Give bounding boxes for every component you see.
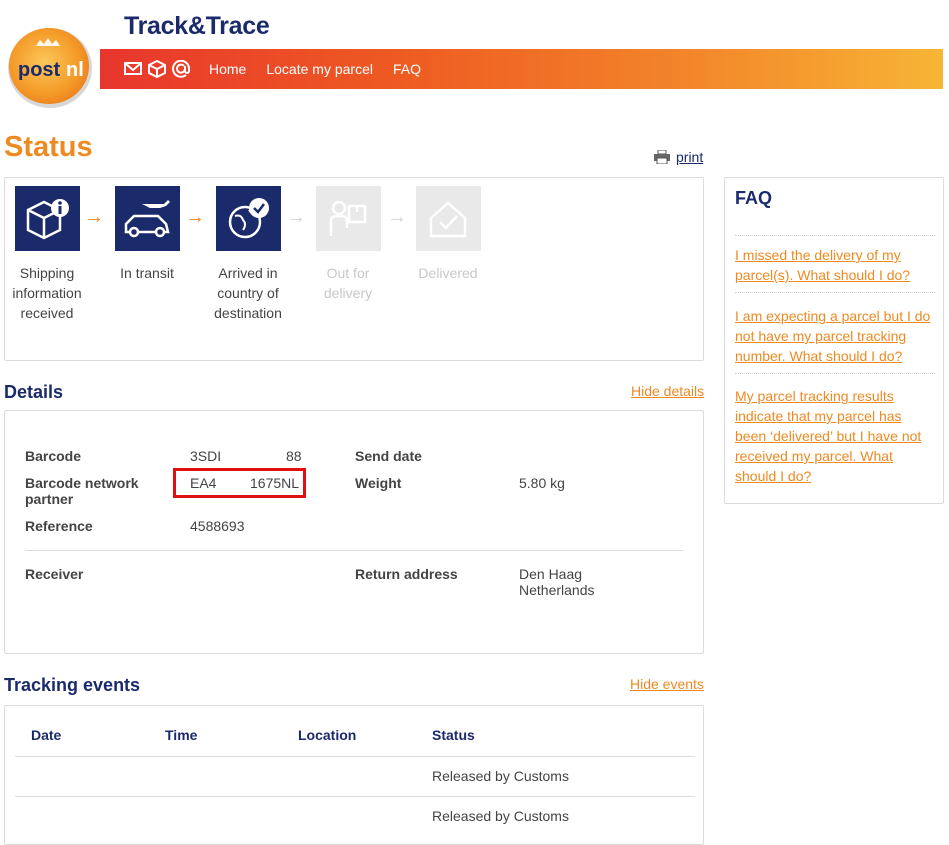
print-control[interactable]: print [654,149,703,165]
return-address-label: Return address [355,566,458,582]
plane-van-icon [124,199,170,237]
column-header-status: Status [432,727,475,743]
faq-divider [735,235,935,236]
hide-details-link[interactable]: Hide details [631,383,704,399]
table-divider [15,756,695,757]
faq-sidebar: FAQ I missed the delivery of my parcel(s… [724,177,944,504]
arrow-icon: → [185,206,205,228]
network-partner-label: Barcode network partner [25,475,139,507]
column-header-date: Date [31,727,62,743]
receiver-label: Receiver [25,566,84,582]
barcode-label: Barcode [25,448,82,464]
network-partner-value-start: EA4 [190,475,217,491]
arrow-icon: → [286,206,306,228]
main-navigation: Home Locate my parcel FAQ [100,49,943,89]
email-at-icon[interactable] [172,60,190,78]
step-delivered: Delivered [406,186,490,283]
faq-divider [735,292,935,293]
return-address-value: Den Haag Netherlands [519,566,595,598]
reference-value: 4588693 [190,518,245,534]
postnl-logo[interactable]: post nl [6,26,106,110]
tracking-events-heading: Tracking events [4,675,141,695]
box-info-icon [26,198,69,239]
house-check-icon [429,200,467,237]
nav-faq-link[interactable]: FAQ [393,61,421,77]
step-out-for-delivery: Out for delivery [306,186,390,303]
faq-link-no-tracking-number[interactable]: I am expecting a parcel but I do not hav… [735,306,935,366]
step-shipping-info: Shipping information received [5,186,89,323]
tracking-events-panel: Date Time Location Status Released by Cu… [4,705,704,845]
barcode-value-start: 3SDI [190,448,222,464]
svg-text:nl: nl [66,59,84,81]
details-panel: Barcode 3SDI 88 Barcode network partner … [4,410,704,654]
hide-events-link[interactable]: Hide events [630,676,704,692]
faq-divider [735,373,935,374]
reference-label: Reference [25,518,93,534]
nav-locate-parcel-link[interactable]: Locate my parcel [266,61,373,77]
mail-icon[interactable] [124,60,142,76]
faq-link-missed-delivery[interactable]: I missed the delivery of my parcel(s). W… [735,245,935,285]
weight-label: Weight [355,475,402,491]
site-title: Track&Trace [124,12,270,40]
globe-check-icon [228,197,269,238]
faq-title: FAQ [735,188,773,208]
parcel-icon[interactable] [148,60,166,78]
weight-value: 5.80 kg [519,475,565,491]
printer-icon[interactable] [654,150,670,164]
table-divider [15,796,695,797]
column-header-time: Time [165,727,198,743]
nav-home-link[interactable]: Home [209,61,246,77]
arrow-icon: → [387,206,407,228]
details-heading: Details [4,382,64,402]
print-link[interactable]: print [676,149,703,165]
status-heading: Status [4,131,93,163]
barcode-value-end: 88 [286,448,302,464]
svg-text:post: post [18,59,61,81]
network-partner-value-end: 1675NL [250,475,300,491]
courier-icon [329,200,367,236]
send-date-label: Send date [355,448,422,464]
step-in-transit: In transit [105,186,189,283]
step-arrived-destination: Arrived in country of destination [206,186,290,323]
faq-link-delivered-not-received[interactable]: My parcel tracking results indicate that… [735,386,935,486]
event-status: Released by Customs [432,768,569,784]
arrow-icon: → [84,206,104,228]
status-progress-panel: Shipping information received → In trans… [4,177,704,361]
event-status: Released by Customs [432,808,569,824]
details-divider [25,550,683,551]
column-header-location: Location [298,727,357,743]
